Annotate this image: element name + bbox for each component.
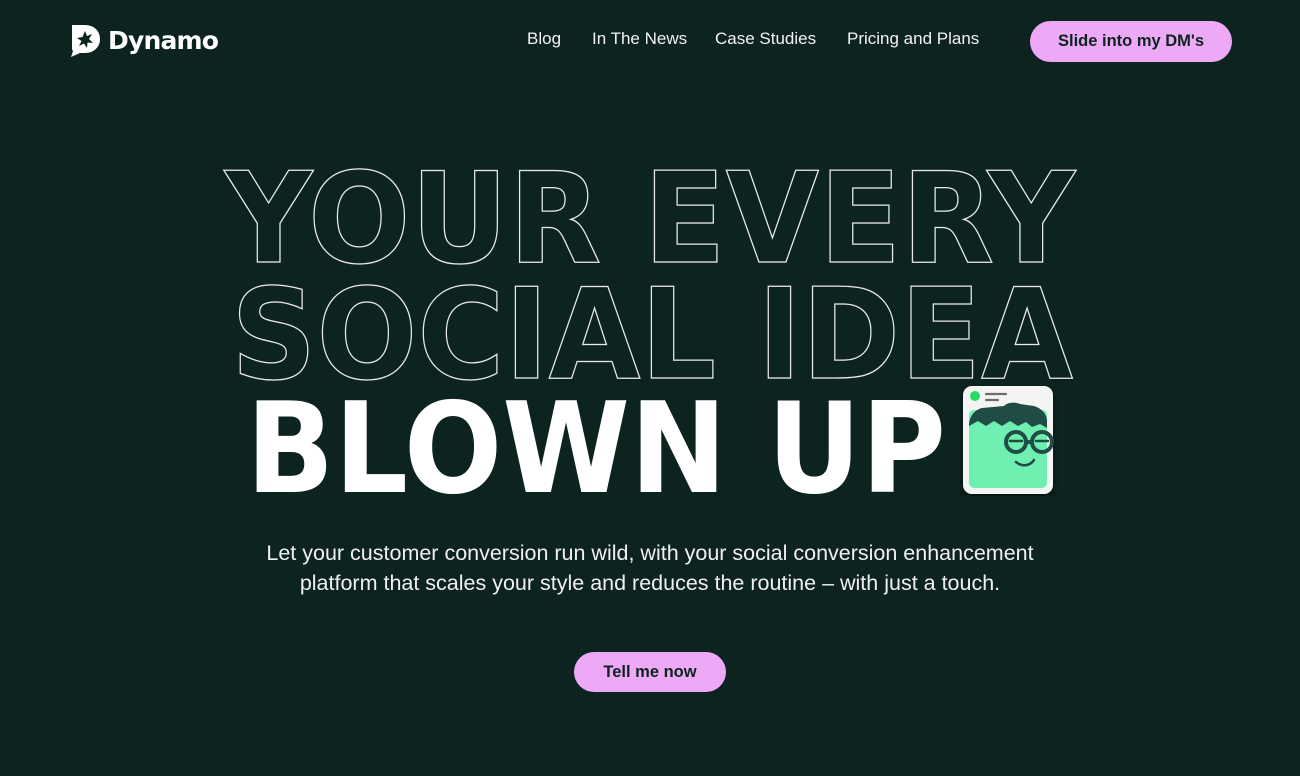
hero-subtitle-line-1: Let your customer conversion run wild, w… <box>266 541 1034 565</box>
nav-item-case-studies[interactable]: Case Studies <box>715 29 816 49</box>
landing-page: Dynamo Blog In The News Case Studies Pri… <box>0 0 1300 776</box>
brand-name: Dynamo <box>108 25 219 55</box>
hero-headline: YOUR EVERY SOCIAL IDEA BLOWN UP <box>222 144 1077 520</box>
brand-logo[interactable]: Dynamo <box>68 22 219 58</box>
nav-item-blog[interactable]: Blog <box>527 29 561 49</box>
nav-item-in-the-news[interactable]: In The News <box>592 29 687 49</box>
hero-subtitle: Let your customer conversion run wild, w… <box>150 538 1150 598</box>
mascot-avatar-card <box>963 386 1054 494</box>
slide-into-dms-button[interactable]: Slide into my DM's <box>1030 21 1232 62</box>
tell-me-now-button[interactable]: Tell me now <box>574 652 726 692</box>
headline-line-3: BLOWN UP <box>246 375 946 520</box>
hero-subtitle-line-2: platform that scales your style and redu… <box>299 571 1001 595</box>
nav-item-pricing-and-plans[interactable]: Pricing and Plans <box>847 29 979 49</box>
dynamo-logo-icon <box>71 25 100 57</box>
